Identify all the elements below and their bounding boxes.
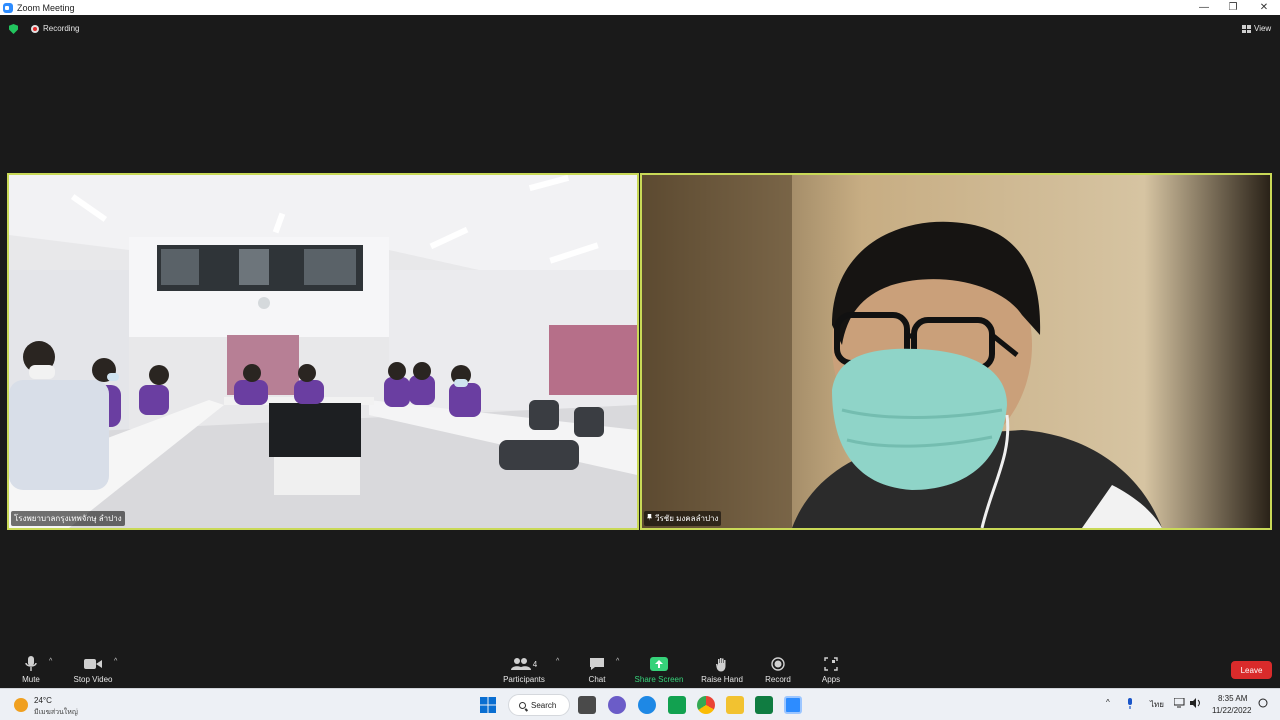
start-menu-icon[interactable]	[479, 696, 497, 714]
zoom-app-icon	[3, 2, 13, 13]
person-video-feed	[642, 175, 1270, 528]
leave-button[interactable]: Leave	[1231, 661, 1272, 679]
weather-temperature[interactable]: 24°C	[34, 696, 52, 705]
line-app-icon[interactable]	[668, 696, 686, 714]
chat-options-caret[interactable]: ^	[616, 658, 619, 665]
minimize-button[interactable]: —	[1188, 0, 1220, 15]
video-camera-icon	[84, 655, 102, 673]
pin-icon	[647, 514, 652, 521]
apps-button[interactable]: Apps	[819, 648, 843, 688]
grid-view-icon[interactable]	[1242, 25, 1251, 33]
file-explorer-icon[interactable]	[726, 696, 744, 714]
meeting-controls: Mute ^ Stop Video ^ 4 Participants ^ Cha…	[0, 648, 1280, 688]
hand-icon	[716, 655, 728, 673]
volume-icon[interactable]	[1190, 698, 1202, 710]
window-title: Zoom Meeting	[17, 2, 75, 13]
chrome-browser-icon[interactable]	[697, 696, 715, 714]
close-button[interactable]: ✕	[1248, 0, 1280, 15]
tray-overflow-chevron[interactable]: ^	[1106, 698, 1110, 707]
video-options-caret[interactable]: ^	[114, 658, 117, 665]
teams-chat-icon[interactable]	[608, 696, 626, 714]
recording-icon	[31, 25, 39, 33]
weather-condition[interactable]: มีเมฆส่วนใหญ่	[34, 707, 78, 718]
maximize-button[interactable]: ❐	[1217, 0, 1249, 15]
participants-icon: 4	[510, 655, 538, 673]
meeting-top-strip: Recording View	[0, 15, 1280, 43]
search-icon	[519, 701, 526, 709]
chat-button[interactable]: Chat	[584, 648, 610, 688]
view-button[interactable]: View	[1254, 24, 1271, 33]
tray-microphone-icon[interactable]	[1126, 698, 1134, 711]
recording-label[interactable]: Recording	[43, 24, 79, 33]
share-screen-button[interactable]: Share Screen	[634, 648, 684, 688]
microphone-icon	[25, 655, 37, 673]
share-screen-icon	[650, 655, 668, 673]
notification-icon[interactable]	[1258, 698, 1268, 710]
chat-icon	[589, 655, 605, 673]
raise-hand-button[interactable]: Raise Hand	[700, 648, 744, 688]
video-tile-person[interactable]: วีรชัย มงคลลำปาง	[640, 173, 1272, 530]
shield-icon[interactable]	[9, 24, 18, 34]
input-language[interactable]: ไทย	[1150, 698, 1164, 711]
clock-time[interactable]: 8:35 AM	[1218, 694, 1247, 703]
window-titlebar: Zoom Meeting — ❐ ✕	[0, 0, 1280, 15]
participants-options-caret[interactable]: ^	[556, 658, 559, 665]
task-view-icon[interactable]	[578, 696, 596, 714]
video-tile-room[interactable]: โรงพยาบาลกรุงเทพจักษุ ลำปาง	[7, 173, 639, 530]
record-icon	[771, 655, 785, 673]
weather-icon[interactable]	[14, 698, 28, 712]
edge-browser-icon[interactable]	[638, 696, 656, 714]
participant-name-tag: วีรชัย มงคลลำปาง	[644, 511, 722, 526]
participant-name-tag: โรงพยาบาลกรุงเทพจักษุ ลำปาง	[11, 511, 125, 526]
stop-video-button[interactable]: Stop Video	[68, 648, 118, 688]
os-taskbar: 24°C มีเมฆส่วนใหญ่ Search ^ ไทย 8:35 AM …	[0, 688, 1280, 720]
participant-name: วีรชัย มงคลลำปาง	[655, 514, 719, 523]
participants-count: 4	[532, 659, 538, 669]
record-button[interactable]: Record	[763, 648, 793, 688]
network-icon[interactable]	[1173, 697, 1186, 710]
clock-date[interactable]: 11/22/2022	[1212, 706, 1251, 715]
mute-button[interactable]: Mute	[18, 648, 44, 688]
apps-icon	[824, 655, 838, 673]
room-video-feed	[9, 175, 637, 528]
excel-icon[interactable]	[755, 696, 773, 714]
participants-button[interactable]: 4 Participants	[500, 648, 548, 688]
zoom-taskbar-icon[interactable]	[784, 696, 802, 714]
taskbar-search[interactable]: Search	[508, 694, 570, 716]
mute-options-caret[interactable]: ^	[49, 658, 52, 665]
